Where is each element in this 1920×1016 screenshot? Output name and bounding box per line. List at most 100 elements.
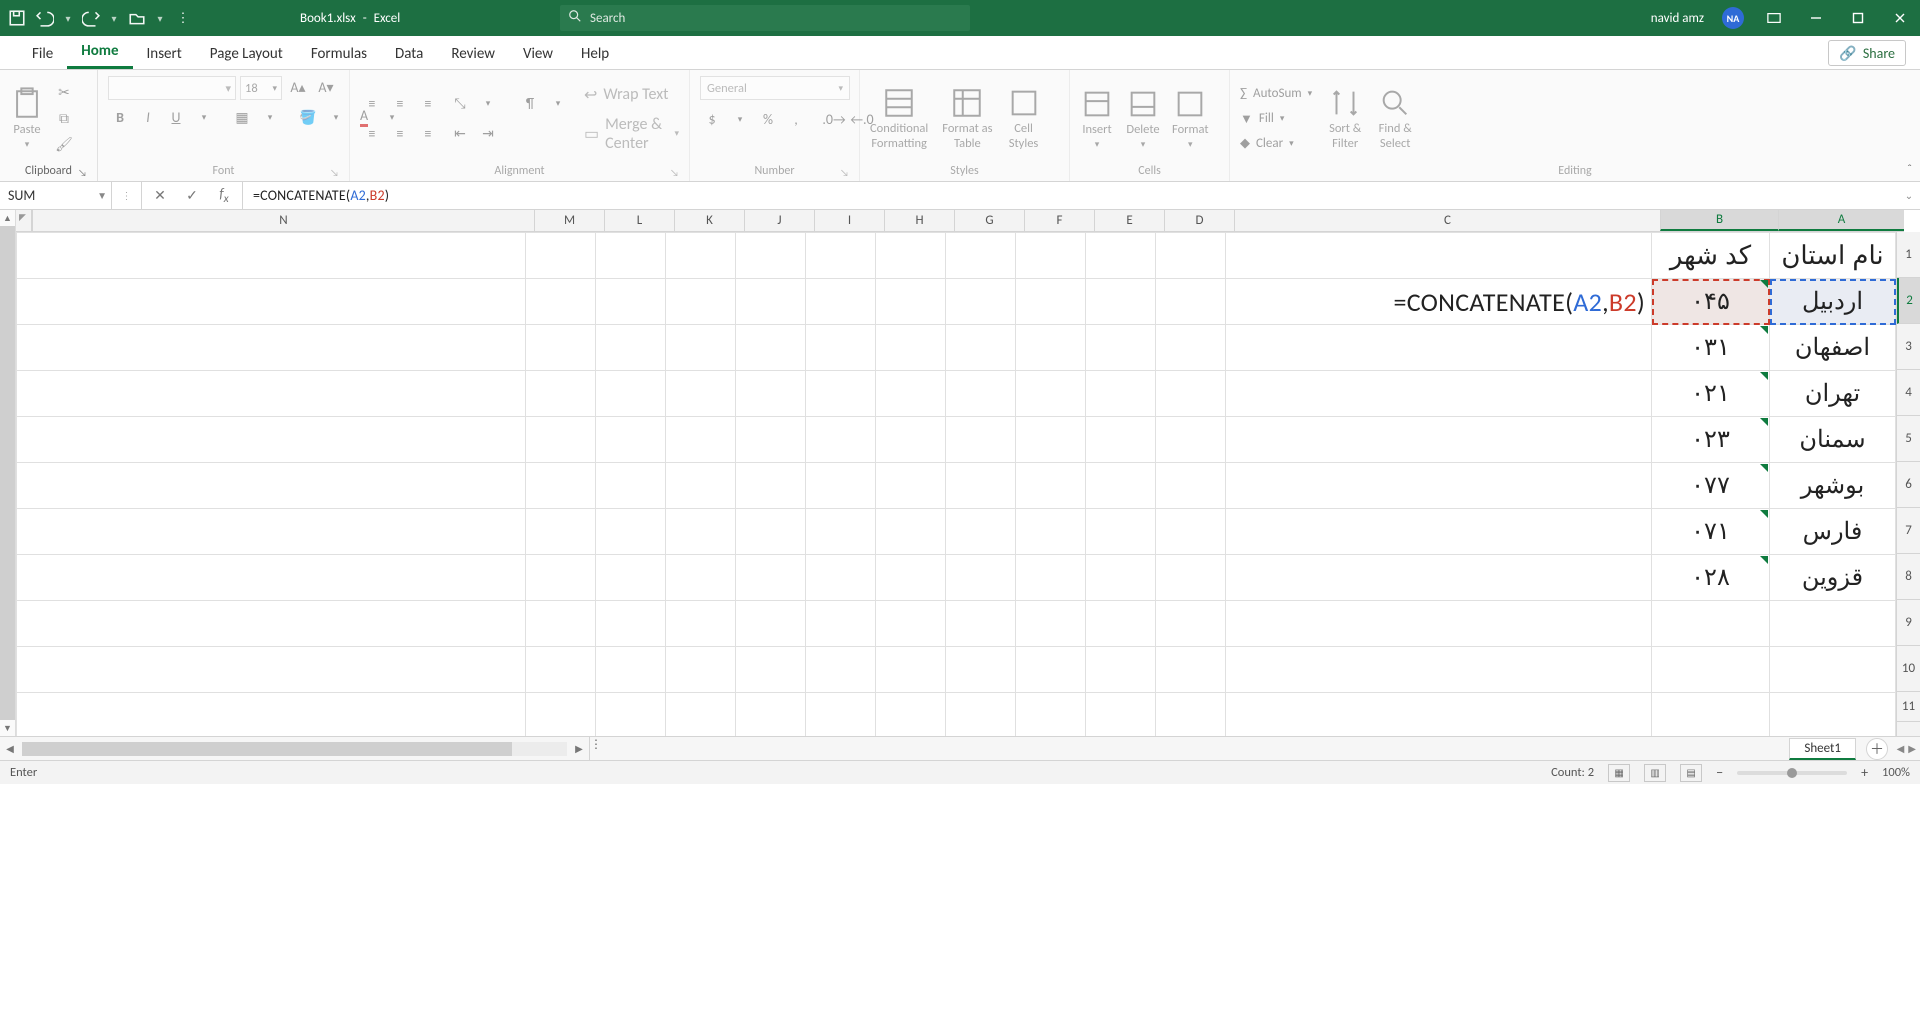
cell-A2[interactable]: اردبیل xyxy=(1770,279,1896,325)
orientation-icon[interactable]: ⤡ xyxy=(448,93,472,115)
cell-A5[interactable]: سمنان xyxy=(1770,417,1896,463)
chevron-down-icon[interactable]: ▾ xyxy=(546,93,570,115)
chevron-down-icon[interactable]: ▾ xyxy=(64,12,72,25)
row-header-11[interactable]: 11 xyxy=(1897,692,1920,722)
col-header-D[interactable]: D xyxy=(1164,210,1234,231)
text-direction-icon[interactable]: ¶ xyxy=(518,93,542,115)
cell-B2[interactable]: ۰۴۵ xyxy=(1652,279,1770,325)
scroll-up-icon[interactable]: ▲ xyxy=(0,210,15,226)
comma-style-icon[interactable]: , xyxy=(784,108,808,130)
col-header-F[interactable]: F xyxy=(1024,210,1094,231)
page-layout-view-icon[interactable]: ▥ xyxy=(1644,764,1666,782)
col-header-N[interactable]: N xyxy=(32,210,534,231)
row-header-9[interactable]: 9 xyxy=(1897,600,1920,646)
cell-B6[interactable]: ۰۷۷ xyxy=(1652,463,1770,509)
tab-help[interactable]: Help xyxy=(567,39,623,69)
new-sheet-button[interactable]: ＋ xyxy=(1866,738,1888,760)
sheet-tab-sheet1[interactable]: Sheet1 xyxy=(1789,738,1856,760)
chevron-down-icon[interactable]: ▾ xyxy=(110,12,118,25)
col-header-B[interactable]: B xyxy=(1660,210,1778,231)
format-painter-icon[interactable]: 🖌 xyxy=(52,134,76,156)
name-box[interactable]: SUM ▼ xyxy=(0,182,112,209)
tab-insert[interactable]: Insert xyxy=(133,39,196,69)
minimize-icon[interactable] xyxy=(1804,6,1828,30)
align-middle-icon[interactable]: ≡ xyxy=(388,93,412,115)
maximize-icon[interactable] xyxy=(1846,6,1870,30)
italic-icon[interactable]: I xyxy=(136,106,160,128)
select-all-left[interactable]: ◤ xyxy=(16,210,32,232)
borders-icon[interactable]: ▦ xyxy=(230,106,254,128)
open-icon[interactable] xyxy=(128,9,146,27)
worksheet-grid[interactable]: ▲ ▼ ◤ A B C D E F G H I J K L M N 1 2 3 … xyxy=(0,210,1920,736)
cell-A8[interactable]: قزوین xyxy=(1770,555,1896,601)
row-header-1[interactable]: 1 xyxy=(1897,232,1920,278)
cell-B1[interactable]: کد شهر xyxy=(1652,233,1770,279)
bold-icon[interactable]: B xyxy=(108,106,132,128)
wrap-text-button[interactable]: ↩ Wrap Text xyxy=(584,85,679,105)
chevron-down-icon[interactable]: ▾ xyxy=(156,12,164,25)
cell-A3[interactable]: اصفهان xyxy=(1770,325,1896,371)
autosum-button[interactable]: ∑ AutoSum ▾ xyxy=(1240,83,1312,105)
tab-view[interactable]: View xyxy=(509,39,567,69)
row-header-5[interactable]: 5 xyxy=(1897,416,1920,462)
align-left-icon[interactable]: ≡ xyxy=(360,123,384,145)
col-header-K[interactable]: K xyxy=(674,210,744,231)
chevron-down-icon[interactable]: ▾ xyxy=(258,106,282,128)
zoom-in-icon[interactable]: + xyxy=(1861,764,1868,781)
clear-button[interactable]: ◆ Clear ▾ xyxy=(1240,133,1312,155)
cell-A6[interactable]: بوشهر xyxy=(1770,463,1896,509)
tab-home[interactable]: Home xyxy=(67,36,132,69)
cut-icon[interactable]: ✂ xyxy=(52,82,76,104)
row-headers[interactable]: 1 2 3 4 5 6 7 8 9 10 11 xyxy=(1896,232,1920,736)
share-button[interactable]: 🔗 Share xyxy=(1828,40,1906,66)
fill-color-icon[interactable]: 🪣 xyxy=(296,106,320,128)
align-center-icon[interactable]: ≡ xyxy=(388,123,412,145)
cell-A7[interactable]: فارس xyxy=(1770,509,1896,555)
zoom-out-icon[interactable]: − xyxy=(1716,764,1723,781)
cancel-formula-icon[interactable]: ✕ xyxy=(152,187,168,204)
chevron-down-icon[interactable]: ▾ xyxy=(728,108,752,130)
align-top-icon[interactable]: ≡ xyxy=(360,93,384,115)
zoom-slider[interactable] xyxy=(1737,771,1847,775)
dialog-launcher-icon[interactable]: ↘ xyxy=(78,166,87,179)
format-cells-button[interactable]: Format▾ xyxy=(1172,87,1209,150)
cell-B7[interactable]: ۰۷۱ xyxy=(1652,509,1770,555)
format-as-table-button[interactable]: Format as Table xyxy=(942,86,992,151)
name-box-resize[interactable]: ⋮ xyxy=(112,182,142,209)
column-headers[interactable]: A B C D E F G H I J K L M N xyxy=(32,210,1904,232)
cells[interactable]: نام استان کد شهر اردبیل ۰۴۵ =CONCATENATE… xyxy=(16,232,1896,736)
user-avatar[interactable]: NA xyxy=(1722,7,1744,29)
number-format-picker[interactable]: General ▾ xyxy=(700,76,850,100)
copy-icon[interactable]: ⧉ xyxy=(52,108,76,130)
close-icon[interactable] xyxy=(1888,6,1912,30)
find-select-button[interactable]: Find & Select xyxy=(1378,86,1412,151)
font-family-picker[interactable]: ▾ xyxy=(108,76,236,100)
ribbon-display-icon[interactable] xyxy=(1762,6,1786,30)
zoom-level[interactable]: 100% xyxy=(1882,765,1910,780)
fx-icon[interactable]: fx xyxy=(216,185,232,206)
customize-qat-icon[interactable]: ⋮ xyxy=(174,9,192,27)
paste-button[interactable]: Paste ▾ xyxy=(10,87,44,150)
scroll-down-icon[interactable]: ▼ xyxy=(0,720,15,736)
cell-B4[interactable]: ۰۲۱ xyxy=(1652,371,1770,417)
col-header-H[interactable]: H xyxy=(884,210,954,231)
row-header-4[interactable]: 4 xyxy=(1897,370,1920,416)
row-header-2[interactable]: 2 xyxy=(1897,278,1920,324)
search-box[interactable]: Search xyxy=(560,5,970,31)
chevron-down-icon[interactable]: ▾ xyxy=(192,106,216,128)
redo-icon[interactable] xyxy=(82,9,100,27)
decrease-indent-icon[interactable]: ⇤ xyxy=(448,123,472,145)
align-right-icon[interactable]: ≡ xyxy=(416,123,440,145)
row-header-8[interactable]: 8 xyxy=(1897,554,1920,600)
increase-font-icon[interactable]: A▴ xyxy=(286,76,310,98)
chevron-down-icon[interactable]: ▼ xyxy=(97,189,107,202)
save-icon[interactable] xyxy=(8,9,26,27)
user-name[interactable]: navid amz xyxy=(1651,11,1704,26)
expand-formula-bar-icon[interactable]: ⌄ xyxy=(1898,182,1920,209)
align-bottom-icon[interactable]: ≡ xyxy=(416,93,440,115)
cell-B5[interactable]: ۰۲۳ xyxy=(1652,417,1770,463)
undo-icon[interactable] xyxy=(36,9,54,27)
dialog-launcher-icon[interactable]: ↘ xyxy=(840,166,849,179)
cell-C2[interactable]: =CONCATENATE(A2,B2) xyxy=(1226,279,1652,325)
col-header-J[interactable]: J xyxy=(744,210,814,231)
